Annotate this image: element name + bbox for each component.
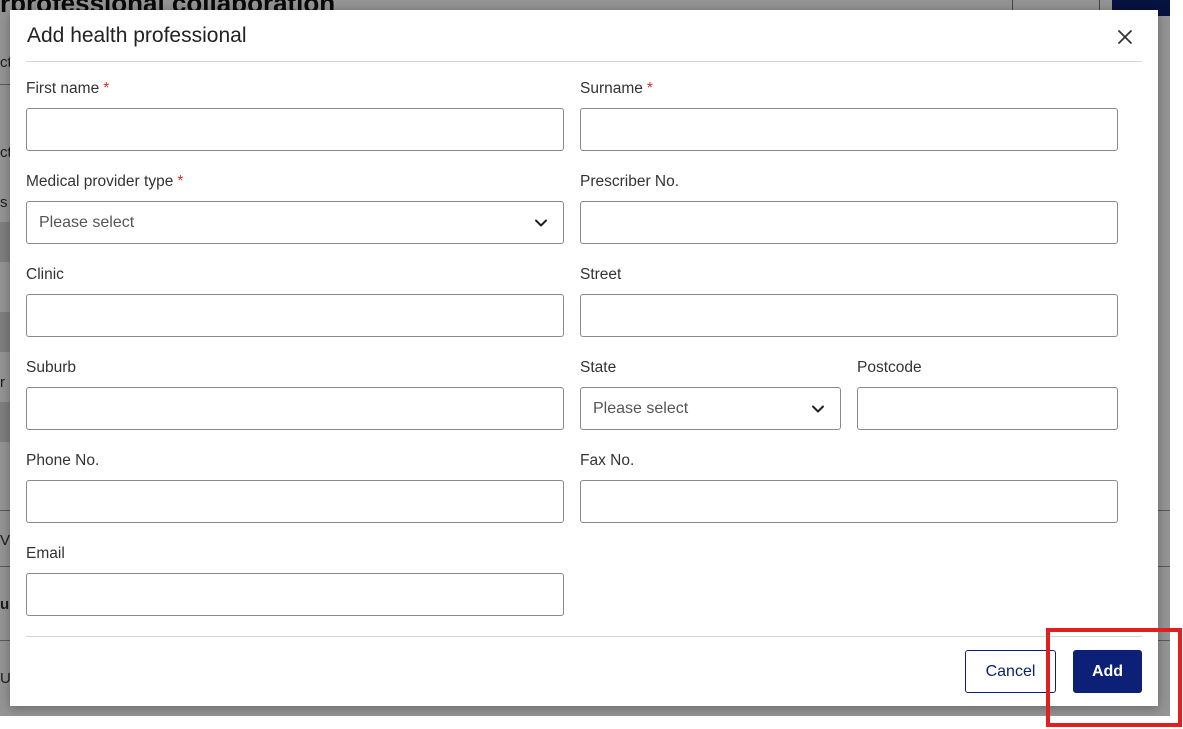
clinic-label: Clinic xyxy=(26,266,64,283)
medical-provider-type-select[interactable]: Please select xyxy=(26,201,564,244)
medical-provider-type-label: Medical provider type * xyxy=(26,173,184,190)
prescriber-no-input[interactable] xyxy=(580,201,1118,244)
state-select[interactable]: Please select xyxy=(580,387,841,430)
suburb-label: Suburb xyxy=(26,359,76,376)
prescriber-no-label: Prescriber No. xyxy=(580,173,680,190)
modal-header: Add health professional xyxy=(26,10,1142,62)
required-asterisk: * xyxy=(646,80,653,97)
add-button[interactable]: Add xyxy=(1073,650,1142,693)
select-value: Please select xyxy=(593,400,689,417)
state-label: State xyxy=(580,359,617,376)
footer-divider xyxy=(26,636,1142,637)
modal-title: Add health professional xyxy=(27,24,247,47)
email-label: Email xyxy=(26,545,65,562)
chevron-down-icon xyxy=(812,405,824,413)
phone-no-input[interactable] xyxy=(26,480,564,523)
clinic-input[interactable] xyxy=(26,294,564,337)
close-button[interactable] xyxy=(1114,26,1136,48)
fax-no-input[interactable] xyxy=(580,480,1118,523)
surname-label: Surname * xyxy=(580,80,653,97)
postcode-input[interactable] xyxy=(857,387,1118,430)
first-name-input[interactable] xyxy=(26,108,564,151)
suburb-input[interactable] xyxy=(26,387,564,430)
first-name-label: First name * xyxy=(26,80,110,97)
add-health-professional-dialog: Add health professional First name * Surn… xyxy=(10,10,1158,706)
street-input[interactable] xyxy=(580,294,1118,337)
phone-no-label: Phone No. xyxy=(26,452,100,469)
email-input[interactable] xyxy=(26,573,564,616)
chevron-down-icon xyxy=(535,219,547,227)
close-icon xyxy=(1118,30,1132,44)
required-asterisk: * xyxy=(177,173,184,190)
required-asterisk: * xyxy=(103,80,110,97)
cancel-button[interactable]: Cancel xyxy=(965,650,1056,693)
surname-input[interactable] xyxy=(580,108,1118,151)
postcode-label: Postcode xyxy=(857,359,922,376)
select-value: Please select xyxy=(39,214,135,231)
fax-no-label: Fax No. xyxy=(580,452,635,469)
street-label: Street xyxy=(580,266,622,283)
